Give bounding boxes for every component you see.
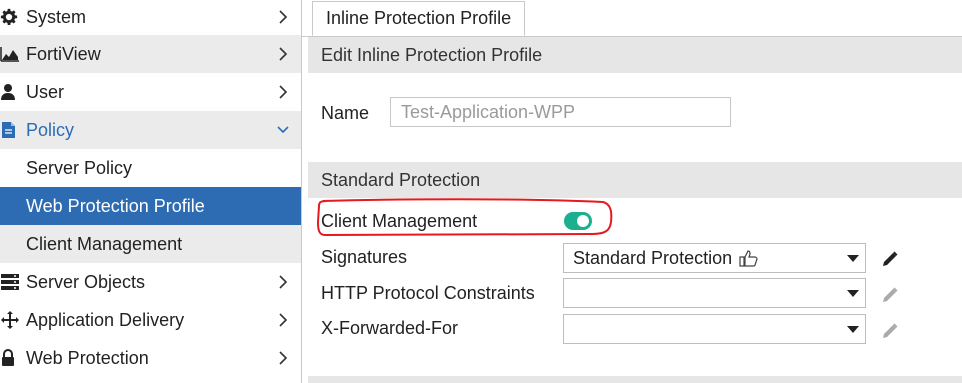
signatures-value-text: Standard Protection (573, 247, 733, 268)
sidebar-item-server-objects[interactable]: Server Objects (0, 263, 301, 301)
sidebar-item-web-protection[interactable]: Web Protection (0, 339, 301, 377)
sidebar-item-label: Web Protection Profile (26, 195, 205, 216)
sidebar-item-user[interactable]: User (0, 73, 301, 111)
sidebar-nav: System FortiView User Policy Server Poli… (0, 0, 302, 383)
dropdown-caret-icon (847, 326, 859, 333)
http-protocol-constraints-select[interactable] (563, 278, 866, 308)
sidebar-item-label: System (26, 6, 87, 27)
sidebar-item-label: Web Protection (26, 347, 149, 368)
sidebar-item-label: Policy (26, 119, 75, 140)
sidebar-item-policy[interactable]: Policy (0, 111, 301, 149)
signatures-select[interactable]: Standard Protection (563, 243, 866, 273)
sidebar-item-server-policy[interactable]: Server Policy (0, 149, 301, 187)
chevron-down-icon (273, 125, 293, 135)
area-chart-icon (0, 46, 26, 62)
chevron-right-icon (273, 350, 293, 366)
x-forwarded-for-label: X-Forwarded-For (321, 318, 459, 338)
chevron-right-icon (273, 9, 293, 25)
gear-icon (0, 8, 26, 26)
standard-protection-header: Standard Protection (308, 162, 962, 198)
dropdown-caret-icon (847, 255, 859, 262)
sidebar-item-label: Server Objects (26, 271, 146, 292)
chevron-right-icon (273, 274, 293, 290)
tab-inline-protection-profile[interactable]: Inline Protection Profile (312, 1, 526, 36)
sidebar-item-system[interactable]: System (0, 0, 301, 36)
user-icon (0, 83, 26, 101)
signatures-value: Standard Protection (573, 248, 759, 269)
sidebar-item-label: Application Delivery (26, 309, 185, 330)
sidebar-item-application-delivery[interactable]: Application Delivery (0, 301, 301, 339)
thumbs-up-icon (739, 249, 759, 267)
name-label: Name (321, 103, 370, 123)
name-input[interactable]: Test-Application-WPP (390, 97, 731, 127)
chevron-right-icon (273, 46, 293, 62)
edit-http-constraints-pencil-icon[interactable] (880, 285, 900, 305)
main-content: Inline Protection Profile Edit Inline Pr… (302, 0, 962, 383)
next-section-header (308, 376, 962, 383)
sidebar-item-client-management[interactable]: Client Management (0, 225, 301, 263)
annotation-highlight (317, 198, 613, 237)
sidebar-item-label: User (26, 81, 65, 102)
sidebar-item-web-protection-profile[interactable]: Web Protection Profile (0, 187, 301, 225)
signatures-label: Signatures (321, 247, 408, 267)
x-forwarded-for-select[interactable] (563, 314, 866, 344)
lock-icon (0, 349, 26, 367)
dropdown-caret-icon (847, 290, 859, 297)
sidebar-item-label: Client Management (26, 233, 183, 254)
chevron-right-icon (273, 312, 293, 328)
sidebar-item-fortiview[interactable]: FortiView (0, 35, 301, 73)
tab-bar: Inline Protection Profile (302, 0, 962, 37)
sidebar-item-label: Server Policy (26, 157, 133, 178)
policy-icon (0, 121, 26, 139)
sidebar-item-label: FortiView (26, 43, 101, 64)
edit-signatures-pencil-icon[interactable] (880, 249, 900, 269)
edit-section-header: Edit Inline Protection Profile (308, 37, 962, 73)
edit-x-forwarded-for-pencil-icon[interactable] (880, 321, 900, 341)
chevron-right-icon (273, 84, 293, 100)
http-protocol-constraints-label: HTTP Protocol Constraints (321, 283, 535, 303)
move-arrows-icon (0, 310, 26, 330)
server-icon (0, 273, 26, 291)
